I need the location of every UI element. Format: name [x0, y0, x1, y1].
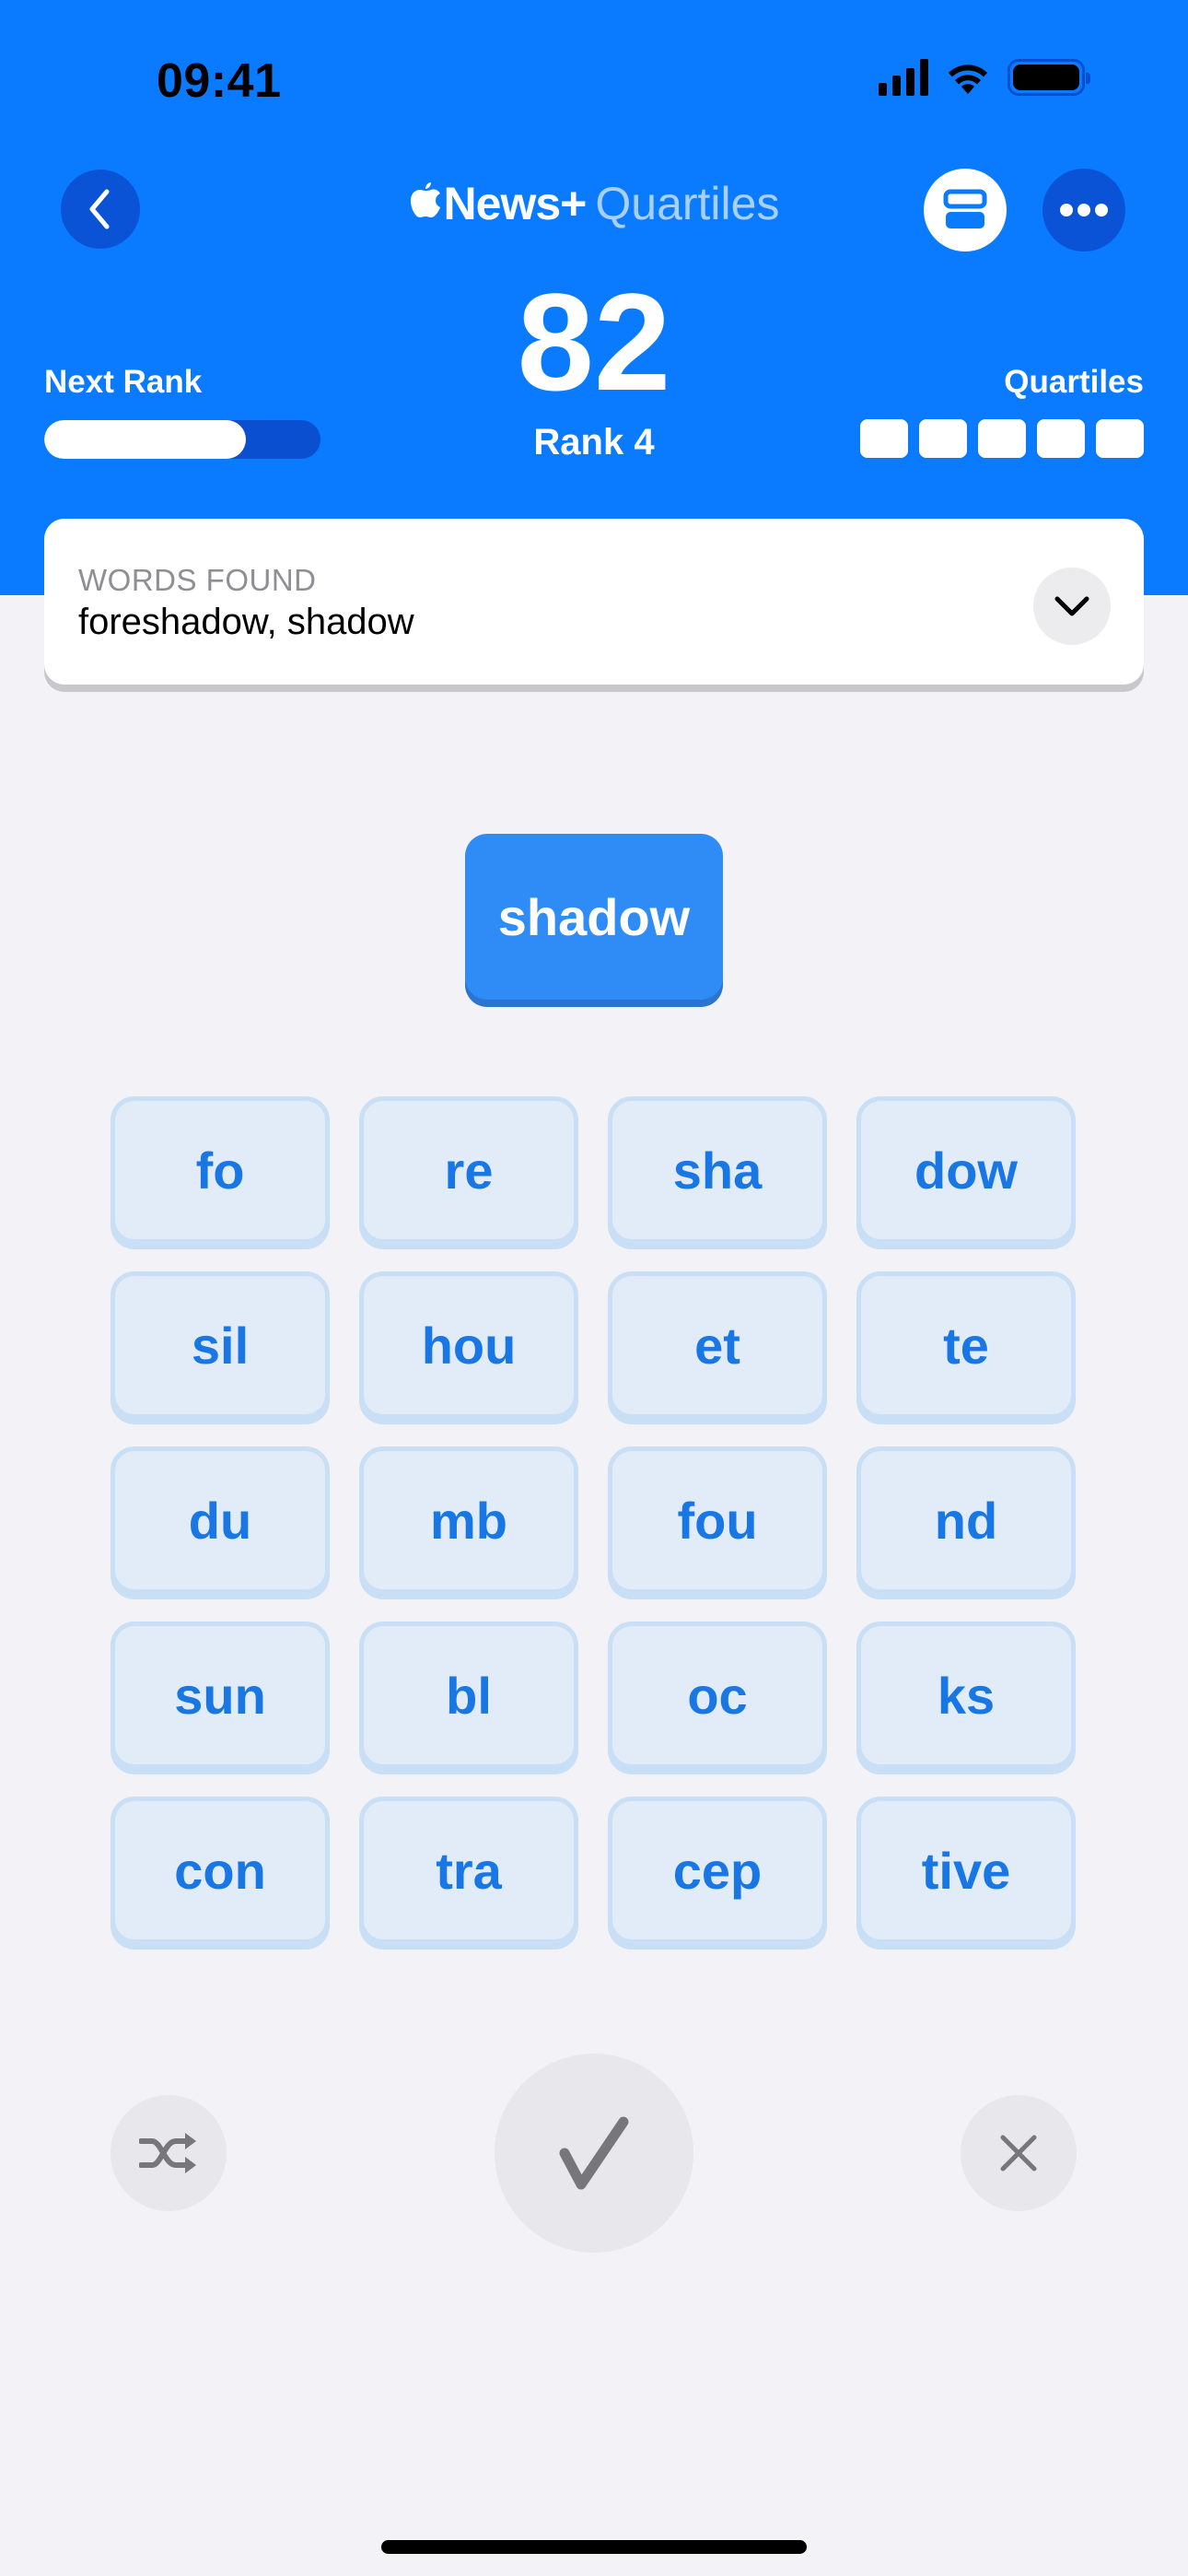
quartile-slot — [1096, 419, 1144, 458]
nav-title: News+ Quartiles — [0, 177, 1188, 230]
chevron-down-icon — [1054, 596, 1089, 616]
cellular-signal-icon — [879, 59, 928, 96]
status-icons — [879, 59, 1090, 96]
tile[interactable]: sil — [111, 1271, 330, 1419]
tile[interactable]: te — [856, 1271, 1076, 1419]
tile[interactable]: sun — [111, 1622, 330, 1769]
status-time: 09:41 — [157, 54, 282, 108]
tile[interactable]: fo — [111, 1096, 330, 1244]
quartile-slot — [978, 419, 1026, 458]
game-title: Quartiles — [595, 178, 780, 229]
tile[interactable]: oc — [608, 1622, 827, 1769]
shuffle-icon — [139, 2133, 196, 2173]
clear-button[interactable] — [961, 2095, 1077, 2211]
words-found-list: foreshadow, shadow — [78, 602, 414, 642]
two-rectangles-icon — [943, 189, 987, 228]
words-found-label: WORDS FOUND — [78, 563, 317, 597]
tile[interactable]: mb — [359, 1446, 578, 1594]
quartile-slot — [860, 419, 908, 458]
tile[interactable]: fou — [608, 1446, 827, 1594]
tile[interactable]: cep — [608, 1797, 827, 1944]
brand-name: News+ — [443, 178, 588, 229]
shuffle-button[interactable] — [111, 2095, 227, 2211]
game-switcher-button[interactable] — [924, 169, 1007, 252]
quartiles-indicator — [860, 419, 1144, 458]
battery-icon — [1007, 59, 1090, 96]
tile[interactable]: hou — [359, 1271, 578, 1419]
quartiles-label: Quartiles — [1004, 364, 1144, 400]
more-button[interactable] — [1042, 169, 1125, 252]
tile[interactable]: dow — [856, 1096, 1076, 1244]
close-icon — [1000, 2135, 1037, 2172]
tile[interactable]: con — [111, 1797, 330, 1944]
tile[interactable]: nd — [856, 1446, 1076, 1594]
tile[interactable]: tive — [856, 1797, 1076, 1944]
expand-words-button[interactable] — [1033, 568, 1111, 645]
tile[interactable]: tra — [359, 1797, 578, 1944]
quartile-slot — [1037, 419, 1085, 458]
quartile-slot — [919, 419, 967, 458]
tile-grid: fo re sha dow sil hou et te du mb fou nd sun bl oc ks co… — [111, 1096, 1076, 1944]
checkmark-icon — [559, 2116, 629, 2190]
brand: News+ — [409, 177, 587, 230]
submit-button[interactable] — [495, 2054, 693, 2253]
tile[interactable]: du — [111, 1446, 330, 1594]
current-word[interactable]: shadow — [465, 834, 723, 1000]
words-found-card[interactable]: WORDS FOUND foreshadow, shadow — [44, 519, 1144, 685]
tile[interactable]: ks — [856, 1622, 1076, 1769]
tile[interactable]: sha — [608, 1096, 827, 1244]
wifi-icon — [949, 64, 987, 94]
ellipsis-icon — [1060, 204, 1108, 217]
tile[interactable]: re — [359, 1096, 578, 1244]
tile[interactable]: et — [608, 1271, 827, 1419]
tile[interactable]: bl — [359, 1622, 578, 1769]
apple-logo-icon — [410, 182, 440, 217]
home-indicator — [381, 2540, 807, 2554]
